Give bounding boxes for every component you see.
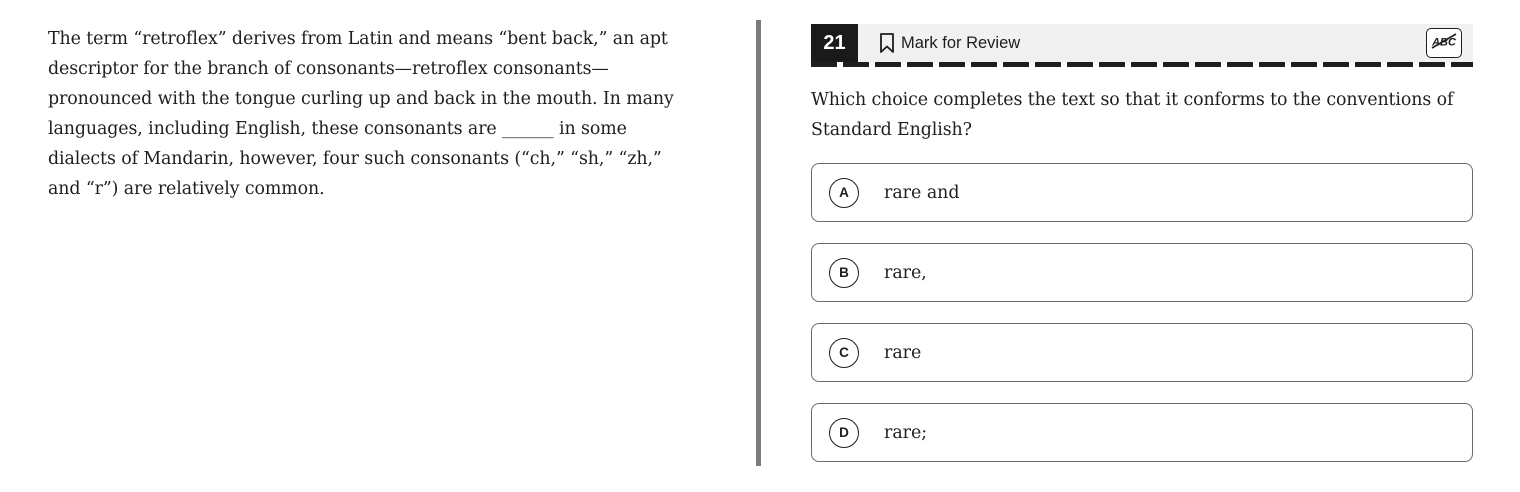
choice-letter: C <box>829 337 859 368</box>
choice-text: rare; <box>884 423 928 443</box>
abc-strikethrough-icon: ABC <box>1430 32 1458 54</box>
answer-eliminator-button[interactable]: ABC <box>1426 28 1462 58</box>
choice-letter: A <box>829 177 859 208</box>
choice-text: rare and <box>884 183 960 203</box>
pane-divider[interactable] <box>756 20 761 466</box>
choice-text: rare, <box>884 263 927 283</box>
header-dashed-rule <box>811 62 1473 67</box>
question-header: 21 Mark for Review ABC <box>811 24 1473 62</box>
answer-choices: A rare and B rare, C rare D rare; <box>811 163 1473 483</box>
choice-a[interactable]: A rare and <box>811 163 1473 222</box>
choice-letter: D <box>829 417 859 448</box>
question-number: 21 <box>811 24 858 62</box>
choice-c[interactable]: C rare <box>811 323 1473 382</box>
choice-text: rare <box>884 343 922 363</box>
choice-d[interactable]: D rare; <box>811 403 1473 462</box>
mark-for-review-label: Mark for Review <box>901 33 1021 52</box>
mark-for-review-button[interactable]: Mark for Review <box>879 24 1020 62</box>
question-prompt: Which choice completes the text so that … <box>811 90 1454 140</box>
passage-text: The term “retroflex” derives from Latin … <box>48 29 674 199</box>
bookmark-icon <box>879 32 895 54</box>
choice-b[interactable]: B rare, <box>811 243 1473 302</box>
choice-letter: B <box>829 257 859 288</box>
